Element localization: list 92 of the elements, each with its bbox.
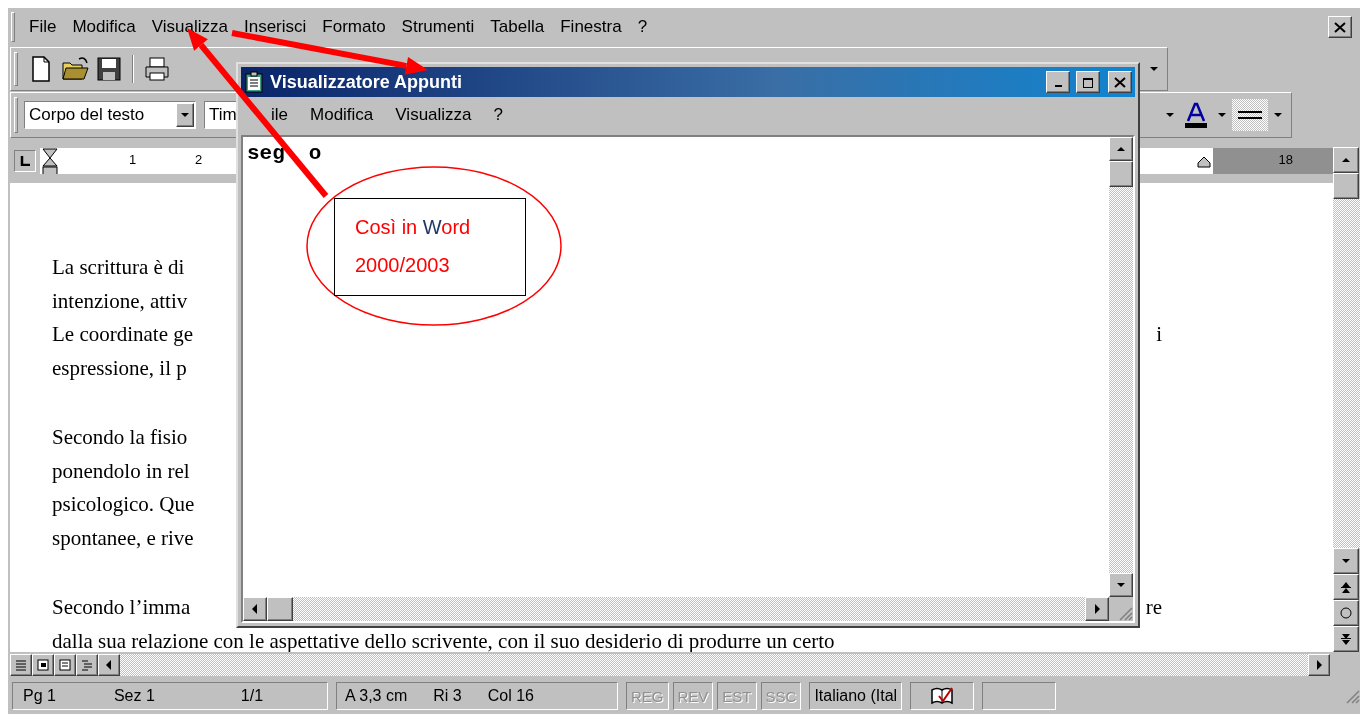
clipboard-text: o (308, 142, 322, 165)
maximize-button[interactable] (1076, 71, 1100, 93)
dropdown-button[interactable] (176, 103, 194, 127)
status-text: Col 16 (487, 687, 534, 705)
document-text: Le coordinate ge (52, 321, 194, 348)
indent-marker-icon (42, 148, 58, 174)
close-button[interactable] (1328, 16, 1352, 38)
scroll-left-button[interactable] (98, 654, 120, 676)
view-icon (58, 658, 72, 672)
scroll-right-button[interactable] (1308, 654, 1330, 676)
next-page-button[interactable] (1333, 626, 1359, 652)
triangle-down-icon (1340, 556, 1352, 566)
scroll-down-button[interactable] (1333, 548, 1359, 574)
triangle-left-icon (104, 659, 114, 671)
font-value: Tim (209, 105, 237, 125)
document-text: Secondo la fisio (52, 424, 188, 451)
window-title: Visualizzatore Appunti (270, 71, 463, 93)
printer-icon (142, 54, 172, 84)
triangle-left-icon (250, 603, 260, 615)
style-value: Corpo del testo (29, 105, 145, 125)
language-text: Italiano (Ital (814, 687, 898, 705)
print-layout-button[interactable] (54, 654, 76, 676)
caret-down-icon (180, 112, 190, 118)
normal-view-button[interactable] (10, 654, 32, 676)
document-text: psicologico. Que (52, 491, 195, 518)
caret-down-icon (1273, 112, 1283, 118)
double-up-icon (1341, 581, 1351, 593)
line-style-button[interactable] (1232, 99, 1268, 131)
font-color-icon (1183, 101, 1209, 129)
status-text: Sez 1 (113, 687, 155, 705)
scroll-up-button[interactable] (1109, 137, 1133, 161)
close-icon (1114, 76, 1126, 88)
status-text: Pg 1 (23, 687, 56, 705)
scroll-up-button[interactable] (1333, 147, 1359, 173)
scroll-thumb[interactable] (1109, 161, 1133, 187)
ruler-number: 1 (129, 152, 137, 167)
callout-text: Così in Word 2000/2003 (334, 198, 526, 296)
caret-down-icon (1165, 112, 1175, 118)
document-text: Secondo l’imma (52, 594, 191, 621)
view-icon (36, 658, 50, 672)
view-icon (80, 658, 94, 672)
scroll-thumb[interactable] (267, 597, 293, 621)
scroll-thumb[interactable] (1333, 173, 1359, 199)
scroll-right-button[interactable] (1085, 597, 1109, 621)
spelling-book-icon[interactable] (930, 686, 955, 706)
maximize-icon (1082, 76, 1094, 88)
caret-down-icon (1149, 66, 1159, 72)
clipboard-icon (244, 71, 264, 93)
close-button[interactable] (1108, 71, 1132, 93)
line-style-icon (1238, 110, 1262, 120)
document-text: re (1145, 594, 1162, 621)
mode-indicator: SSC (760, 682, 802, 710)
status-text: 1/1 (240, 687, 264, 705)
mode-indicator: EST (717, 682, 757, 710)
document-text: ponendolo in rel (52, 457, 190, 485)
status-text: A 3,3 cm (345, 687, 408, 705)
minimize-icon (1054, 85, 1062, 87)
ruler-number: 18 (1278, 152, 1293, 167)
scroll-down-button[interactable] (1109, 573, 1133, 597)
mode-indicator: REV (672, 682, 714, 710)
document-text: dalla sua relazione con le aspettative dello scrivente, con il suo desiderio di produrre un certo (52, 627, 835, 652)
triangle-right-icon (1092, 603, 1102, 615)
caret-down-icon (1217, 112, 1227, 118)
view-icon (14, 658, 28, 672)
previous-page-button[interactable] (1333, 574, 1359, 600)
tab-stop-button[interactable] (14, 150, 36, 172)
font-combo[interactable]: Tim (204, 101, 238, 129)
document-text: spontanee, e rive (52, 524, 194, 552)
document-text: intenzione, attiv (52, 287, 188, 315)
mode-indicator: REG (626, 682, 669, 710)
document-text: espressione, il p (52, 354, 187, 382)
outline-view-button[interactable] (76, 654, 98, 676)
scroll-left-button[interactable] (243, 597, 267, 621)
triangle-up-icon (1115, 144, 1127, 154)
style-combo[interactable]: Corpo del testo (24, 101, 196, 129)
minimize-button[interactable] (1046, 71, 1070, 93)
left-tab-icon (20, 156, 30, 166)
status-text: Ri 3 (433, 687, 462, 705)
triangle-right-icon (1314, 659, 1324, 671)
close-icon (1334, 21, 1346, 33)
web-layout-button[interactable] (32, 654, 54, 676)
ruler-number: 2 (195, 152, 203, 167)
size-grip-icon (1344, 688, 1360, 704)
triangle-down-icon (1115, 580, 1127, 590)
clipboard-text: seg (247, 142, 285, 165)
circle-icon (1340, 607, 1352, 619)
triangle-up-icon (1340, 155, 1352, 165)
double-down-icon (1341, 633, 1351, 645)
indent-marker-icon (1197, 156, 1211, 168)
document-text: i (1156, 321, 1162, 348)
browse-object-button[interactable] (1333, 600, 1359, 626)
document-text: La scrittura è di (52, 254, 185, 281)
